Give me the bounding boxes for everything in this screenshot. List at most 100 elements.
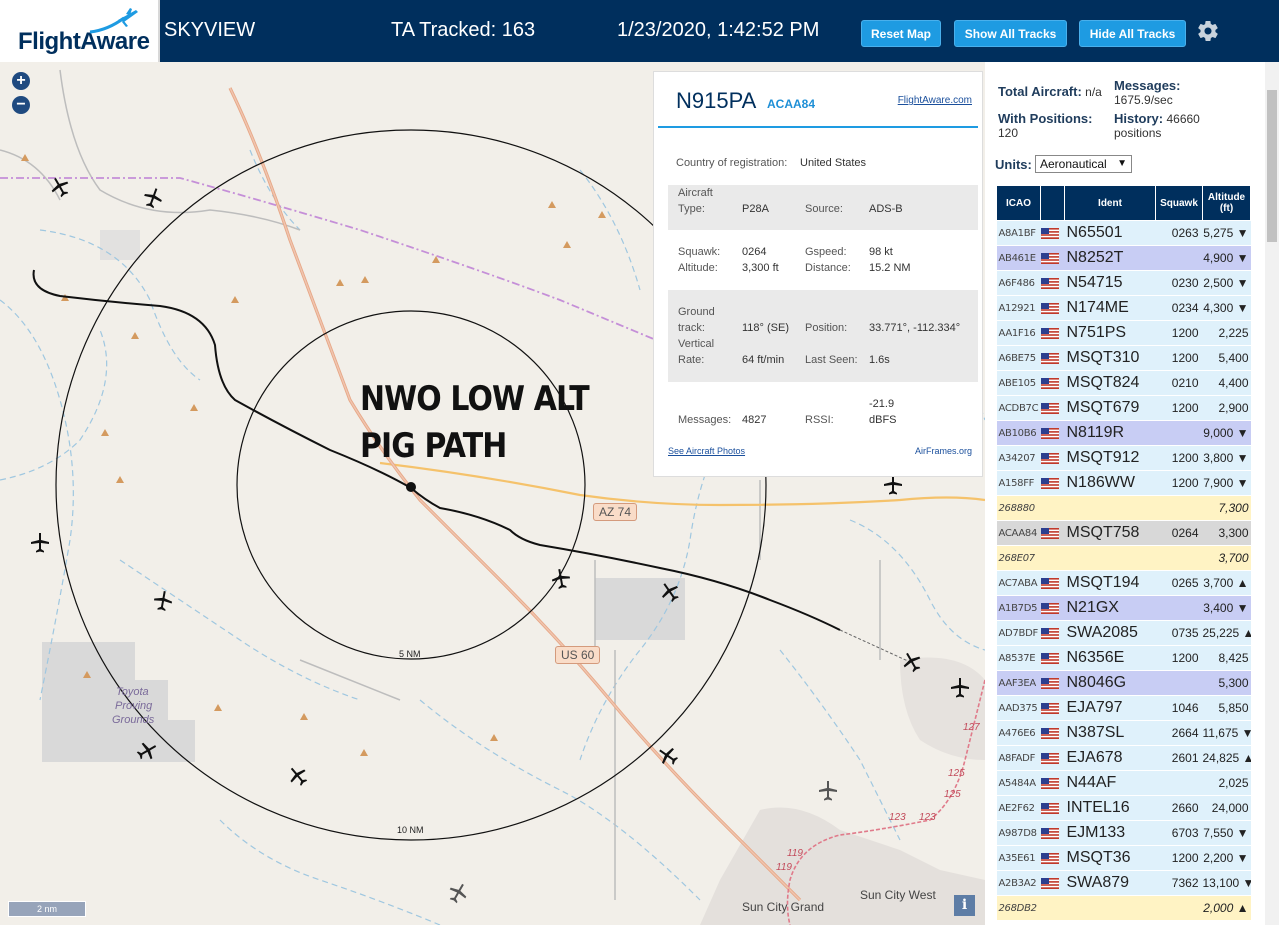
history-value: 46660 [1166,112,1200,126]
table-row[interactable]: A1B7D5 N21GX 3,400 ▼ [996,595,1251,621]
aircraft-table: ICAO Ident Squawk Altitude (ft) A8A1BF N6… [996,185,1251,921]
ident-cell: SWA879 [1064,870,1156,896]
reset-map-button[interactable]: Reset Map [861,20,941,47]
aircraft-info-popup: N915PA ACAA84 FlightAware.com Country of… [653,71,983,477]
flag-cell [1040,770,1065,796]
table-row[interactable]: ACAA84 MSQT758 0264 3,300 [996,520,1251,546]
icao-cell: A6BE75 [996,345,1041,371]
altitude-cell: 13,100 ▼ [1202,870,1251,896]
col-header-icao[interactable]: ICAO [996,185,1041,221]
table-row[interactable]: A35E61 MSQT36 1200 2,200 ▼ [996,845,1251,871]
table-row[interactable]: A8A1BF N65501 0263 5,275 ▼ [996,220,1251,246]
table-row[interactable]: AAF3EA N8046G 5,300 [996,670,1251,696]
altitude-cell: 7,900 ▼ [1202,470,1251,496]
us60-shield: US 60 [555,646,601,664]
table-row[interactable]: AB10B6 N8119R 9,000 ▼ [996,420,1251,446]
gspeed-value: 98 kt [869,246,893,258]
aircraft-icon[interactable] [949,677,971,699]
us-flag-icon [1040,401,1059,415]
table-row[interactable]: A987D8 EJM133 6703 7,550 ▼ [996,820,1251,846]
icao-cell: A34207 [996,445,1041,471]
table-row[interactable]: AA1F16 N751PS 1200 2,225 [996,320,1251,346]
table-row[interactable]: A12921 N174ME 0234 4,300 ▼ [996,295,1251,321]
altitude-cell: 8,425 [1202,645,1251,671]
icao-cell: 268880 [996,495,1041,521]
table-row[interactable]: A158FF N186WW 1200 7,900 ▼ [996,470,1251,496]
table-row[interactable]: A34207 MSQT912 1200 3,800 ▼ [996,445,1251,471]
table-row[interactable]: ACDB7C MSQT679 1200 2,900 [996,395,1251,421]
lastseen-label: Last Seen: [805,354,858,366]
table-row[interactable]: 268880 7,300 [996,495,1251,521]
table-row[interactable]: AAD375 EJA797 1046 5,850 [996,695,1251,721]
us-flag-icon [1040,651,1059,665]
road-number: 125 [948,768,965,779]
ring-label-10nm: 10 NM [397,825,424,835]
us-flag-icon [1040,226,1059,240]
ident-cell: MSQT36 [1064,845,1156,871]
col-header-flag[interactable] [1040,185,1065,221]
squawk-cell: 0230 [1155,270,1203,296]
icao-cell: AC7ABA [996,570,1041,596]
icao-cell: A35E61 [996,845,1041,871]
units-select[interactable]: Aeronautical ▼ [1035,155,1132,173]
aircraft-photos-link[interactable]: See Aircraft Photos [668,446,745,456]
show-all-tracks-button[interactable]: Show All Tracks [954,20,1067,47]
table-row[interactable]: ABE105 MSQT824 0210 4,400 [996,370,1251,396]
table-row[interactable]: AB461E N8252T 4,900 ▼ [996,245,1251,271]
table-row[interactable]: A6F486 N54715 0230 2,500 ▼ [996,270,1251,296]
positions-stat: With Positions: 120 [998,112,1093,141]
aircraft-icon[interactable] [150,588,175,613]
ident-cell: N44AF [1064,770,1156,796]
sidebar-scroll-thumb[interactable] [1267,90,1277,242]
gear-icon[interactable] [1196,19,1220,43]
aircraft-icon[interactable] [817,780,839,802]
squawk-cell: 1200 [1155,320,1203,346]
zoom-in-button[interactable]: + [12,72,30,90]
table-row[interactable]: 268E07 3,700 [996,545,1251,571]
units-value: Aeronautical [1040,157,1107,171]
altitude-cell: 7,300 [1202,495,1251,521]
table-row[interactable]: 268DB2 2,000 ▲ [996,895,1251,921]
flightaware-link[interactable]: FlightAware.com [898,95,972,106]
road-number: 123 [919,812,936,823]
flag-cell [1040,545,1065,571]
flag-cell [1040,395,1065,421]
table-row[interactable]: A5484A N44AF 2,025 [996,770,1251,796]
altitude-label: Altitude: [678,262,718,274]
ident-cell: MSQT679 [1064,395,1156,421]
boundary-line [0,177,681,351]
table-row[interactable]: A8FADF EJA678 2601 24,825 ▲ [996,745,1251,771]
aircraft-icon[interactable] [29,532,51,554]
table-row[interactable]: A2B3A2 SWA879 7362 13,100 ▼ [996,870,1251,896]
hide-all-tracks-button[interactable]: Hide All Tracks [1079,20,1186,47]
flag-cell [1040,295,1065,321]
table-row[interactable]: A6BE75 MSQT310 1200 5,400 [996,345,1251,371]
road-number: 125 [944,789,961,800]
altitude-cell: 4,300 ▼ [1202,295,1251,321]
table-row[interactable]: AD7BDF SWA2085 0735 25,225 ▲ [996,620,1251,646]
table-row[interactable]: AE2F62 INTEL16 2660 24,000 [996,795,1251,821]
distance-value: 15.2 NM [869,262,911,274]
squawk-cell: 7362 [1155,870,1203,896]
aircraft-icon[interactable] [882,474,904,496]
squawk-value: 0264 [742,246,767,258]
sun-city-grand-label: Sun City Grand [742,900,825,914]
table-row[interactable]: A476E6 N387SL 2664 11,675 ▼ [996,720,1251,746]
us-flag-icon [1040,876,1059,890]
flightaware-logo[interactable]: FlightAware [0,0,160,62]
table-row[interactable]: A8537E N6356E 1200 8,425 [996,645,1251,671]
col-header-ident[interactable]: Ident [1064,185,1156,221]
flag-cell [1040,745,1065,771]
us-flag-icon [1040,601,1059,615]
aircraft-icon[interactable] [548,566,573,591]
col-header-squawk[interactable]: Squawk [1155,185,1203,221]
info-button[interactable]: i [954,895,975,916]
vrate-label: Rate: [678,354,705,366]
table-row[interactable]: AC7ABA MSQT194 0265 3,700 ▲ [996,570,1251,596]
ident-cell: N174ME [1064,295,1156,321]
airframes-link[interactable]: AirFrames.org [915,446,972,456]
ident-cell: N21GX [1064,595,1156,621]
squawk-cell: 0234 [1155,295,1203,321]
zoom-out-button[interactable]: − [12,96,30,114]
col-header-altitude[interactable]: Altitude (ft) [1202,185,1251,221]
